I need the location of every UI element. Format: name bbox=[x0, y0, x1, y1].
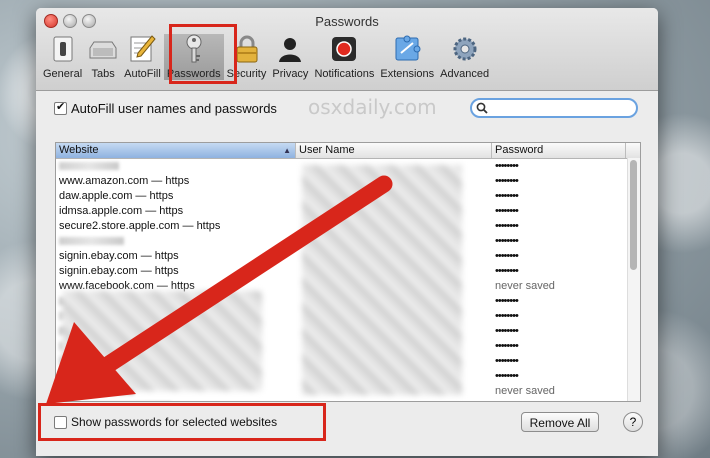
silhouette-icon bbox=[279, 38, 302, 62]
autofill-option[interactable]: AutoFill user names and passwords bbox=[54, 100, 277, 116]
table-row[interactable]: •••••••• bbox=[56, 399, 640, 401]
passwords-tab-highlight bbox=[169, 24, 237, 84]
search-field[interactable] bbox=[470, 98, 638, 118]
remove-all-button[interactable]: Remove All bbox=[521, 412, 599, 432]
website-cell: signin.ebay.com — https bbox=[59, 250, 179, 262]
password-cell: •••••••• bbox=[495, 310, 519, 322]
scrollbar-thumb[interactable] bbox=[630, 160, 637, 270]
website-cell: signin.ebay.com — https bbox=[59, 265, 179, 277]
redacted-websites bbox=[62, 291, 262, 391]
password-cell: •••••••• bbox=[495, 220, 519, 232]
watermark: osxdaily.com bbox=[308, 95, 437, 119]
autofill-checkbox[interactable] bbox=[54, 100, 67, 115]
password-cell: •••••••• bbox=[495, 190, 519, 202]
password-cell: •••••••• bbox=[495, 175, 519, 187]
website-cell: secure2.store.apple.com — https bbox=[59, 220, 221, 232]
toolbar: General Tabs AutoFill Passwords Security… bbox=[40, 34, 492, 80]
password-cell: •••••••• bbox=[495, 235, 519, 247]
tab-autofill[interactable]: AutoFill bbox=[121, 34, 164, 80]
column-user-name[interactable]: User Name bbox=[296, 143, 492, 158]
password-cell: •••••••• bbox=[495, 295, 519, 307]
website-cell: daw.apple.com — https bbox=[59, 190, 174, 202]
table-header: Website ▲ User Name Password bbox=[56, 143, 640, 159]
search-input[interactable] bbox=[491, 100, 625, 116]
website-cell: idmsa.apple.com — https bbox=[59, 205, 184, 217]
search-icon bbox=[476, 102, 488, 114]
passwords-table: Website ▲ User Name Password •••••••• www.… bbox=[55, 142, 641, 402]
autofill-pencil-icon bbox=[130, 35, 157, 62]
column-password[interactable]: Password bbox=[492, 143, 626, 158]
redacted-usernames bbox=[302, 165, 462, 395]
redacted-text bbox=[59, 162, 119, 171]
tab-label: Advanced bbox=[440, 68, 490, 80]
column-label: Password bbox=[495, 144, 544, 156]
password-cell: •••••••• bbox=[495, 355, 519, 367]
redacted-text bbox=[59, 237, 124, 246]
tab-notifications[interactable]: Notifications bbox=[311, 34, 377, 80]
password-cell: •••••••• bbox=[495, 205, 519, 217]
tab-general[interactable]: General bbox=[40, 34, 85, 80]
password-cell: never saved bbox=[495, 280, 555, 292]
column-website[interactable]: Website ▲ bbox=[56, 143, 296, 158]
tab-privacy[interactable]: Privacy bbox=[269, 34, 311, 80]
password-cell: •••••••• bbox=[495, 325, 519, 337]
tab-label: Tabs bbox=[91, 68, 115, 80]
sort-arrow-icon: ▲ bbox=[283, 146, 291, 155]
website-cell bbox=[56, 399, 296, 401]
website-cell: www.amazon.com — https bbox=[59, 175, 190, 187]
column-label: Website bbox=[59, 144, 99, 156]
tab-extensions[interactable]: Extensions bbox=[377, 34, 437, 80]
gear-icon bbox=[453, 37, 477, 61]
tab-tabs[interactable]: Tabs bbox=[85, 34, 121, 80]
password-cell: •••••••• bbox=[495, 160, 519, 172]
password-cell: •••••••• bbox=[495, 370, 519, 382]
tab-advanced[interactable]: Advanced bbox=[437, 34, 492, 80]
general-switch-icon bbox=[53, 36, 73, 62]
tabs-icon bbox=[89, 41, 117, 59]
column-label: User Name bbox=[299, 144, 355, 156]
tab-label: General bbox=[43, 68, 83, 80]
tab-label: Privacy bbox=[272, 68, 309, 80]
help-button[interactable]: ? bbox=[623, 412, 643, 432]
username-cell bbox=[296, 399, 492, 401]
password-cell: •••••••• bbox=[495, 340, 519, 352]
window-title: Passwords bbox=[315, 14, 379, 29]
preferences-window: Passwords General Tabs AutoFill Password… bbox=[36, 8, 658, 456]
show-passwords-highlight bbox=[38, 403, 326, 441]
autofill-label: AutoFill user names and passwords bbox=[71, 101, 277, 116]
tab-label: AutoFill bbox=[124, 68, 161, 80]
password-cell: •••••••• bbox=[492, 399, 626, 401]
password-cell: •••••••• bbox=[495, 250, 519, 262]
password-cell: never saved bbox=[495, 385, 555, 397]
tab-label: Notifications bbox=[314, 68, 375, 80]
password-cell: •••••••• bbox=[495, 265, 519, 277]
website-cell bbox=[56, 234, 296, 249]
vertical-scrollbar[interactable] bbox=[627, 158, 640, 401]
passwords-pane: AutoFill user names and passwords osxdai… bbox=[36, 91, 658, 456]
titlebar: Passwords General Tabs AutoFill Password… bbox=[36, 8, 658, 91]
notification-icon bbox=[332, 37, 357, 61]
website-cell bbox=[56, 159, 296, 174]
lock-icon bbox=[236, 35, 257, 63]
puzzle-icon bbox=[395, 35, 421, 61]
tab-label: Extensions bbox=[380, 68, 435, 80]
